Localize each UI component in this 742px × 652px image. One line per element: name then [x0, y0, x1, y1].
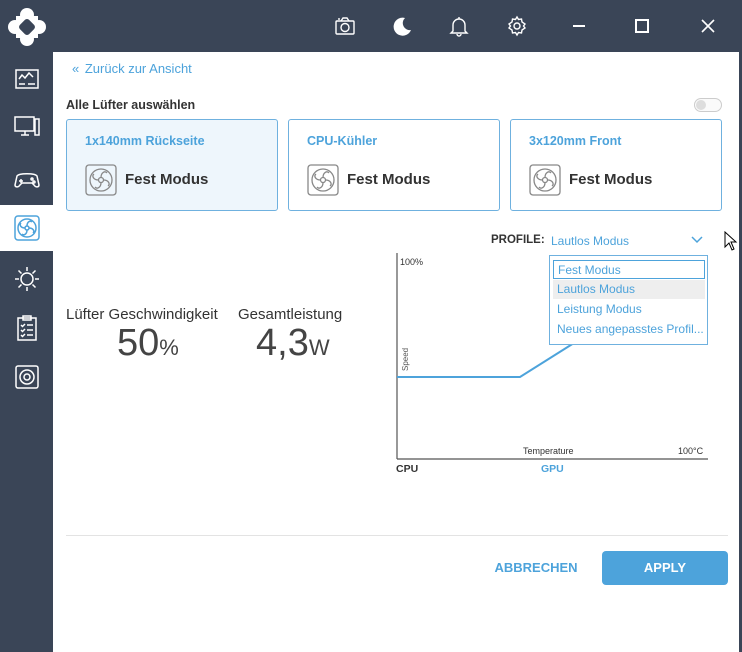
tab-gpu[interactable]: GPU [541, 463, 564, 475]
clipboard-icon [16, 315, 37, 341]
app-logo-icon[interactable] [8, 8, 46, 46]
fan-speed-unit: % [159, 335, 179, 360]
mouse-cursor-icon [724, 231, 738, 251]
minimize-button[interactable] [551, 0, 607, 52]
close-icon [701, 19, 715, 33]
sidebar-item-audio[interactable] [0, 354, 53, 400]
monitor-icon [13, 116, 40, 136]
maximize-icon [635, 19, 649, 33]
fan-card-front[interactable]: 3x120mm Front Fest Modus [510, 119, 722, 211]
select-all-toggle[interactable] [694, 98, 722, 112]
sidebar-item-fans[interactable] [0, 205, 53, 251]
sidebar [0, 0, 53, 652]
moon-icon [393, 17, 411, 36]
chart-x-max-label: 100°C [678, 446, 704, 456]
lighting-icon [14, 267, 39, 291]
fan-speed-label: Lüfter Geschwindigkeit [66, 306, 218, 323]
tab-cpu[interactable]: CPU [396, 463, 418, 475]
maximize-button[interactable] [614, 0, 670, 52]
total-power-unit: W [308, 335, 330, 360]
sidebar-item-dashboard[interactable] [0, 56, 53, 102]
total-power-value: 4,3W [256, 322, 330, 365]
bell-icon [449, 17, 469, 37]
fan-card-mode: Fest Modus [125, 171, 209, 188]
sidebar-item-games[interactable] [0, 156, 53, 202]
fan-speed-value: 50% [117, 322, 179, 365]
screenshot-button[interactable] [317, 0, 373, 52]
footer-divider [66, 535, 728, 536]
minimize-icon [573, 25, 585, 27]
fan-card-mode: Fest Modus [347, 171, 431, 188]
apply-button[interactable]: APPLY [602, 551, 728, 585]
fan-card-title: 3x120mm Front [529, 134, 622, 148]
fan-icon [13, 215, 40, 241]
close-button[interactable] [680, 0, 736, 52]
sidebar-item-system[interactable] [0, 104, 53, 150]
notifications-button[interactable] [431, 0, 487, 52]
fan-card-mode: Fest Modus [569, 171, 653, 188]
camera-icon [335, 17, 355, 35]
chart-y-label: Speed [401, 348, 410, 371]
sidebar-item-tasks[interactable] [0, 305, 53, 351]
fan-curve-line[interactable] [397, 342, 575, 378]
fan-speed-number: 50 [117, 322, 160, 364]
fan-icon [307, 164, 339, 196]
night-mode-button[interactable] [374, 0, 430, 52]
dropdown-option-new-custom[interactable]: Neues angepasstes Profil... [553, 320, 705, 339]
fan-icon [529, 164, 561, 196]
fan-card-title: CPU-Kühler [307, 134, 378, 148]
cancel-button[interactable]: ABBRECHEN [488, 551, 584, 585]
fan-card-rear[interactable]: 1x140mm Rückseite Fest Modus [66, 119, 278, 211]
profile-label: PROFILE: [491, 234, 545, 246]
chart-x-label: Temperature [523, 446, 574, 456]
sidebar-item-lighting[interactable] [0, 256, 53, 302]
double-chevron-left-icon: « [72, 61, 79, 76]
title-bar [53, 0, 742, 52]
profile-dropdown: Fest Modus Lautlos Modus Leistung Modus … [549, 255, 708, 345]
gamepad-icon [13, 173, 40, 188]
settings-button[interactable] [489, 0, 545, 52]
speaker-icon [14, 365, 39, 389]
dashboard-icon [14, 69, 39, 89]
fan-icon [85, 164, 117, 196]
profile-select[interactable]: Lautlos Modus [551, 234, 629, 248]
total-power-number: 4,3 [256, 322, 309, 364]
total-power-label: Gesamtleistung [238, 306, 343, 323]
select-all-label: Alle Lüfter auswählen [66, 98, 196, 112]
gear-icon [507, 15, 527, 37]
dropdown-option-fixed[interactable]: Fest Modus [553, 260, 705, 279]
chart-y-max-label: 100% [400, 257, 423, 267]
dropdown-option-performance[interactable]: Leistung Modus [553, 300, 705, 319]
chevron-down-icon[interactable] [690, 234, 704, 246]
fan-card-title: 1x140mm Rückseite [85, 134, 205, 148]
back-link[interactable]: « Zurück zur Ansicht [72, 61, 192, 76]
dropdown-option-silent[interactable]: Lautlos Modus [553, 280, 705, 299]
back-link-label: Zurück zur Ansicht [84, 61, 192, 76]
fan-card-cpu-cooler[interactable]: CPU-Kühler Fest Modus [288, 119, 500, 211]
